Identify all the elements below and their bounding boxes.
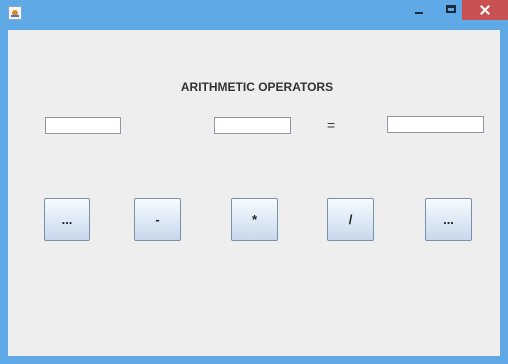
close-button[interactable] — [462, 0, 508, 20]
application-window: ARITHMETIC OPERATORS = ... - * / ... — [0, 0, 508, 364]
page-title: ARITHMETIC OPERATORS — [180, 80, 334, 94]
multiply-button[interactable]: * — [231, 198, 278, 241]
title-bar[interactable] — [0, 0, 508, 30]
subtract-button[interactable]: - — [134, 198, 181, 241]
divide-button[interactable]: / — [327, 198, 374, 241]
result-field[interactable] — [387, 116, 484, 133]
java-app-icon[interactable] — [8, 6, 22, 20]
minimize-button[interactable] — [405, 0, 433, 20]
operator-button-1[interactable]: ... — [44, 198, 90, 241]
operator-button-5[interactable]: ... — [425, 198, 472, 241]
first-operand-field[interactable] — [45, 117, 121, 134]
second-operand-field[interactable] — [214, 117, 291, 134]
maximize-button[interactable] — [437, 0, 465, 20]
equals-label: = — [327, 117, 336, 133]
content-pane: ARITHMETIC OPERATORS = ... - * / ... — [8, 30, 500, 356]
